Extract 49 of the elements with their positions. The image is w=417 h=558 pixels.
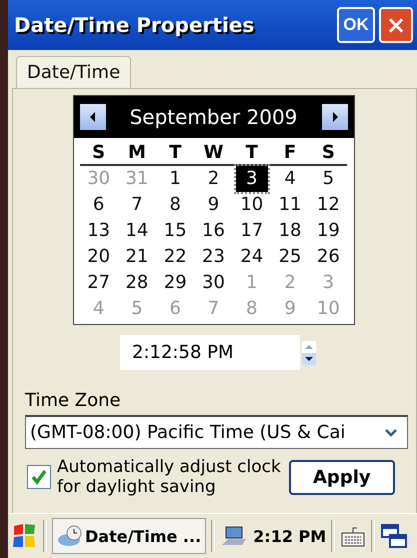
calendar-day[interactable]: 27 <box>82 270 115 296</box>
calendar-day[interactable]: 13 <box>82 218 115 244</box>
weekday-label: F <box>270 142 310 166</box>
calendar-day[interactable]: 28 <box>120 270 153 296</box>
month-title: September 2009 <box>130 105 298 129</box>
apply-button[interactable]: Apply <box>289 460 395 494</box>
weekday-label: T <box>156 142 194 166</box>
calendar-day[interactable]: 3 <box>236 166 268 192</box>
calendar-day[interactable]: 20 <box>82 244 115 270</box>
calendar-day[interactable]: 29 <box>159 270 192 296</box>
calendar-day[interactable]: 12 <box>312 192 344 218</box>
calendar-day[interactable]: 14 <box>120 218 153 244</box>
calendar-day[interactable]: 18 <box>274 218 306 244</box>
calendar-day[interactable]: 1 <box>159 166 192 192</box>
calendar-day[interactable]: 21 <box>120 244 153 270</box>
taskbar-clock: 2:12 PM <box>253 526 326 546</box>
time-zone-dropdown[interactable]: (GMT-08:00) Pacific Time (US & Cai <box>25 415 408 449</box>
calendar-day[interactable]: 2 <box>197 166 230 192</box>
calendar-day[interactable]: 17 <box>236 218 268 244</box>
calendar-day[interactable]: 8 <box>159 192 192 218</box>
time-field[interactable]: 2:12:58 PM <box>120 335 300 370</box>
calendar-day[interactable]: 15 <box>159 218 192 244</box>
calendar-day[interactable]: 30 <box>197 270 230 296</box>
calendar-day[interactable]: 11 <box>274 192 306 218</box>
calendar-day[interactable]: 7 <box>120 192 153 218</box>
close-button[interactable]: × <box>379 7 413 43</box>
calendar-day[interactable]: 23 <box>197 244 230 270</box>
calendar-day[interactable]: 16 <box>197 218 230 244</box>
ok-button[interactable]: OK <box>337 7 375 43</box>
calendar-day[interactable]: 19 <box>312 218 344 244</box>
time-zone-value: (GMT-08:00) Pacific Time (US & Cai <box>30 422 346 443</box>
weekday-label: S <box>80 142 118 166</box>
time-zone-label: Time Zone <box>25 390 121 411</box>
taskbar-button[interactable]: Date/Time ... <box>52 518 206 554</box>
tab[interactable]: Date/Time <box>16 56 132 88</box>
weekday-label: S <box>309 142 348 166</box>
calendar-day[interactable]: 5 <box>312 166 344 192</box>
weekday-label: W <box>194 142 233 166</box>
calendar-day[interactable]: 10 <box>236 192 268 218</box>
calendar-day[interactable]: 6 <box>82 192 115 218</box>
calendar-day[interactable]: 25 <box>274 244 306 270</box>
calendar-day[interactable]: 22 <box>159 244 192 270</box>
calendar-day[interactable]: 4 <box>274 166 306 192</box>
calendar-day[interactable]: 9 <box>197 192 230 218</box>
calendar-day[interactable]: 26 <box>312 244 344 270</box>
checkbox-label: Automatically adjust clock for daylight saving <box>57 457 282 497</box>
weekday-label: M <box>118 142 156 166</box>
window-title: Date/Time Properties <box>14 13 256 37</box>
calendar-day[interactable]: 24 <box>236 244 268 270</box>
